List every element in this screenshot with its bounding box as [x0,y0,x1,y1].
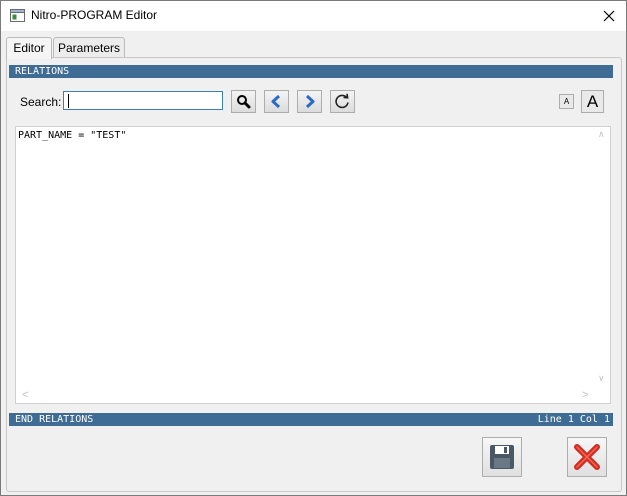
save-icon [490,445,514,469]
cursor-position: Line 1 Col 1 [537,414,610,425]
title-bar: Nitro-PROGRAM Editor [1,1,626,31]
find-next-button[interactable] [297,90,322,113]
tab-editor[interactable]: Editor [6,37,52,59]
editor-window: Nitro-PROGRAM Editor Editor Parameters R… [0,0,627,496]
window-title: Nitro-PROGRAM Editor [31,8,158,22]
search-input[interactable] [63,91,223,110]
scroll-up-icon[interactable]: ∧ [598,129,605,140]
next-icon [305,94,315,109]
save-button[interactable] [482,437,522,477]
cancel-button[interactable] [567,437,607,477]
find-previous-button[interactable] [264,90,289,113]
vertical-scrollbar[interactable]: ∧ ∨ [594,127,610,387]
tab-parameters[interactable]: Parameters [53,37,125,58]
status-bar: END RELATIONS Line 1 Col 1 [9,413,613,426]
text-caret [68,94,69,108]
cancel-icon [574,444,600,470]
code-text[interactable]: PART_NAME = "TEST" [18,130,126,141]
refresh-button[interactable] [330,90,355,113]
scroll-left-icon[interactable]: < [22,389,28,401]
search-label: Search: [20,95,62,109]
increase-font-button[interactable]: A [581,90,604,113]
search-button[interactable] [231,90,256,113]
horizontal-scrollbar[interactable]: < > [16,387,594,403]
decrease-font-button[interactable]: A [559,94,574,109]
refresh-icon [335,93,349,109]
app-icon [10,9,25,22]
close-button[interactable] [592,1,626,31]
previous-icon [271,94,281,109]
search-icon [237,95,251,109]
code-editor[interactable]: PART_NAME = "TEST" ∧ ∨ < > [15,126,611,404]
close-icon [603,10,615,22]
scroll-right-icon[interactable]: > [582,389,588,401]
scroll-down-icon[interactable]: ∨ [598,373,605,384]
relations-header-bar: RELATIONS [9,65,613,78]
end-relations-label: END RELATIONS [15,414,94,425]
tab-strip: Editor Parameters [1,31,626,59]
